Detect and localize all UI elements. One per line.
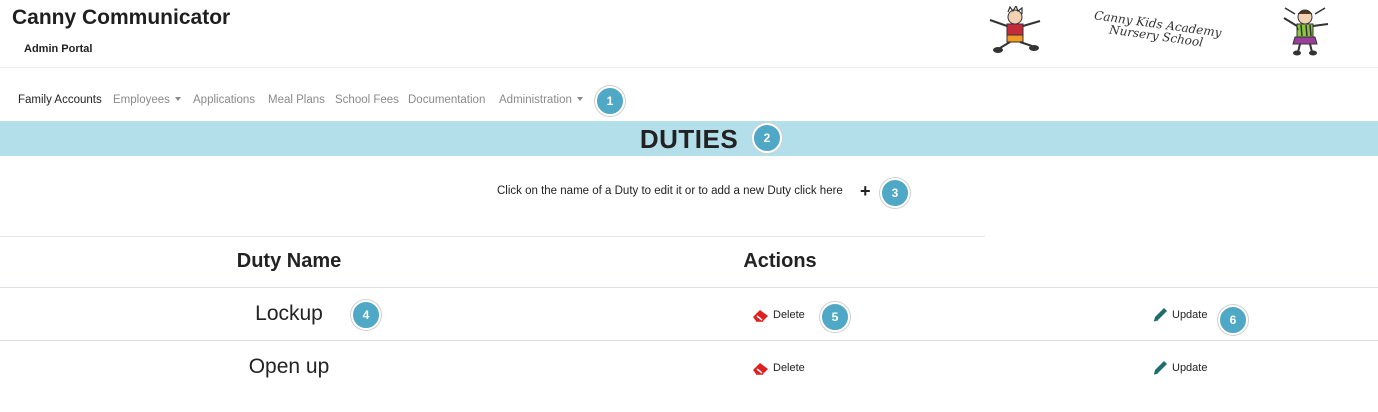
pencil-icon [1153,361,1167,375]
nav-family-accounts[interactable]: Family Accounts [18,94,102,106]
nav-school-fees[interactable]: School Fees [335,94,399,106]
column-header-duty-name: Duty Name [236,250,342,272]
delete-button[interactable]: Delete [752,361,805,375]
nav-administration-label: Administration [499,94,572,106]
nav-administration[interactable]: Administration [499,94,583,106]
update-label: Update [1172,308,1208,321]
table-top-border [0,236,985,237]
duty-name-link[interactable]: Lockup [0,302,578,326]
app-title: Canny Communicator [12,6,231,29]
delete-button[interactable]: Delete [752,308,805,322]
annotation-badge-2: 2 [752,123,782,153]
nav-documentation[interactable]: Documentation [408,94,485,106]
row-divider [0,287,1378,288]
plus-icon: + [860,181,871,201]
add-duty-button[interactable]: + [860,180,871,202]
duty-name-link[interactable]: Open up [0,355,578,379]
annotation-badge-6: 6 [1218,305,1248,335]
pencil-icon [1153,308,1167,322]
main-nav: Family Accounts Employees Applications M… [0,86,1378,116]
annotation-badge-3: 3 [880,178,910,208]
nav-meal-plans[interactable]: Meal Plans [268,94,325,106]
update-label: Update [1172,361,1208,374]
annotation-badge-4: 4 [351,300,381,330]
annotation-badge-5: 5 [820,302,850,332]
row-divider [0,340,1378,341]
instructions-text: Click on the name of a Duty to edit it o… [497,185,843,197]
delete-label: Delete [773,362,805,374]
school-logo-text: Canny Kids Academy Nursery School [1093,8,1223,50]
column-header-actions: Actions [743,250,817,272]
nav-applications[interactable]: Applications [193,94,255,106]
page-title: DUTIES [639,124,739,154]
cartoon-kid-right-image [1283,7,1329,56]
update-button[interactable]: Update [1152,306,1207,323]
annotation-badge-1: 1 [595,86,625,116]
delete-label: Delete [773,309,805,321]
page-title-banner: DUTIES [0,121,1378,156]
cartoon-kid-left-image [989,6,1041,53]
nav-employees-label: Employees [113,94,170,106]
eraser-icon [753,310,768,322]
eraser-icon [753,363,768,375]
app-header: Canny Communicator Admin Portal Canny Ki… [0,0,1378,68]
school-logo: Canny Kids Academy Nursery School [975,4,1355,60]
nav-employees[interactable]: Employees [113,94,181,106]
app-subtitle: Admin Portal [24,43,93,55]
update-button[interactable]: Update [1152,359,1207,376]
chevron-down-icon [174,96,181,101]
chevron-down-icon [576,96,583,101]
